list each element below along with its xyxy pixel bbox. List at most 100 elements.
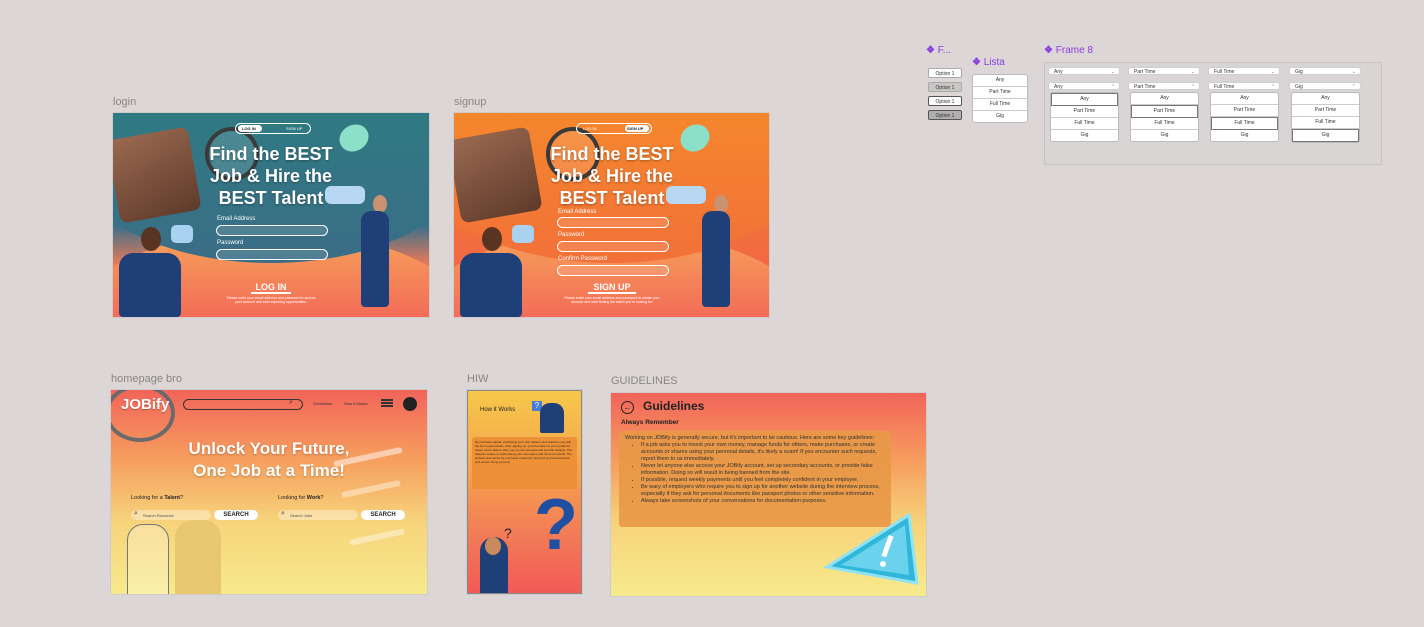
select-gig-closed[interactable]: Gig ⌄	[1289, 67, 1361, 75]
frame-label-hiw[interactable]: HIW	[467, 373, 488, 385]
question-mark-large-icon: ?	[534, 485, 578, 565]
chevron-down-icon: ⌄	[1270, 69, 1275, 75]
password-label: Password	[558, 232, 585, 238]
select-any-open[interactable]: Any ⌃	[1048, 82, 1120, 90]
looking-for-talent-label: Looking for a Talent?	[131, 495, 184, 501]
search-icon[interactable]: ⌕	[289, 399, 293, 407]
password-label: Password	[217, 240, 244, 246]
confirm-password-label: Confirm Password	[558, 256, 608, 262]
select-gig-open[interactable]: Gig ⌃	[1289, 82, 1361, 90]
login-frame[interactable]: LOG IN SIGN UP Find the BEST Job & Hire …	[113, 113, 429, 317]
warning-sign-icon	[822, 512, 919, 585]
homepage-search-input[interactable]	[183, 399, 303, 410]
option-default[interactable]: Option 1	[928, 68, 962, 78]
nav-how-it-works[interactable]: How it Works	[344, 401, 367, 406]
nav-guidelines[interactable]: Guidelines	[313, 401, 332, 406]
signup-button[interactable]: SIGN UP	[588, 282, 636, 294]
person-left-head	[482, 227, 502, 251]
login-button[interactable]: LOG IN	[251, 282, 291, 294]
login-footer-text: Please enter your email address and pass…	[226, 296, 316, 304]
email-field[interactable]	[216, 225, 328, 236]
select-part-time-open[interactable]: Part Time ⌃	[1128, 82, 1200, 90]
search-jobs-input[interactable]: ⌕ Search Jobs	[278, 510, 358, 520]
component-f-label[interactable]: ❖ F...	[926, 45, 951, 56]
component-lista-label[interactable]: ❖ Lista	[972, 57, 1005, 68]
select-part-time-list: Any Part Time Full Time Gig	[1130, 92, 1199, 142]
option-hover[interactable]: Option 1	[928, 82, 962, 92]
select-gig-list: Any Part Time Full Time Gig	[1291, 92, 1360, 143]
chevron-up-icon: ⌃	[1351, 84, 1356, 90]
checklist-decoration	[348, 528, 406, 546]
select-full-time-open[interactable]: Full Time ⌃	[1208, 82, 1280, 90]
lista-item[interactable]: Part Time	[973, 87, 1027, 99]
frame-label-signup[interactable]: signup	[454, 96, 486, 108]
hiw-title: How it Works	[480, 407, 516, 413]
question-mark-doodle-icon: ?	[504, 525, 512, 541]
frame-label-homepage[interactable]: homepage bro	[111, 373, 182, 385]
search-icon: ⌕	[134, 510, 138, 517]
login-signup-toggle[interactable]: LOG IN SIGN UP	[576, 123, 652, 134]
signup-tab[interactable]: SIGN UP	[286, 126, 302, 131]
login-signup-toggle[interactable]: LOG IN SIGN UP	[235, 123, 311, 134]
hiw-frame[interactable]: How it Works ? By purchase capital, shor…	[467, 390, 582, 594]
chevron-down-icon: ⌄	[1351, 69, 1356, 75]
option-focused[interactable]: Option 1	[928, 96, 962, 106]
person-businessman	[540, 403, 564, 433]
briefcase-icon	[454, 126, 543, 224]
login-tab[interactable]: LOG IN	[583, 126, 597, 131]
guidelines-frame[interactable]: ← Guidelines Always Remember Working on …	[611, 393, 926, 596]
select-full-time-list: Any Part Time Full Time Gig	[1210, 92, 1279, 142]
email-field[interactable]	[557, 217, 669, 228]
chat-bubble-icon	[666, 186, 706, 204]
looking-for-work-label: Looking for Work?	[278, 495, 324, 501]
signup-frame[interactable]: LOG IN SIGN UP Find the BEST Job & Hire …	[454, 113, 769, 317]
select-any-list: Any Part Time Full Time Gig	[1050, 92, 1119, 142]
person-right-body	[702, 211, 730, 307]
lista-dropdown: Any Part Time Full Time Gig	[972, 74, 1028, 123]
chat-bubble-icon	[325, 186, 365, 204]
login-tab[interactable]: LOG IN	[242, 126, 256, 131]
frame-label-login[interactable]: login	[113, 96, 136, 108]
chat-bubble-small-icon	[171, 225, 193, 243]
signup-tab[interactable]: SIGN UP	[627, 126, 643, 131]
select-any-closed[interactable]: Any ⌄	[1048, 67, 1120, 75]
guidelines-subtitle: Always Remember	[621, 419, 679, 426]
illustration-person-right	[175, 520, 221, 594]
search-work-button[interactable]: SEARCH	[361, 510, 405, 520]
person-left-body	[460, 253, 522, 317]
person-left-body	[119, 253, 181, 317]
chevron-up-icon: ⌃	[1110, 84, 1115, 90]
guideline-item: If possible, request weekly payments unt…	[641, 477, 885, 484]
frame-label-guidelines[interactable]: GUIDELINES	[611, 375, 678, 387]
jobify-logo[interactable]: JOBify	[121, 396, 169, 413]
password-field[interactable]	[216, 249, 328, 260]
search-talent-button[interactable]: SEARCH	[214, 510, 258, 520]
option-pressed[interactable]: Option 1	[928, 110, 962, 120]
guideline-item: Be wary of employers who require you to …	[641, 484, 885, 498]
user-avatar-icon[interactable]	[403, 397, 417, 411]
guidelines-intro: Working on JOBify is generally secure, b…	[625, 435, 875, 441]
search-icon: ⌕	[281, 510, 285, 517]
confirm-password-field[interactable]	[557, 265, 669, 276]
password-field[interactable]	[557, 241, 669, 252]
select-full-time-closed[interactable]: Full Time ⌄	[1208, 67, 1280, 75]
back-arrow-icon[interactable]: ←	[621, 401, 634, 414]
frame8-label[interactable]: ❖ Frame 8	[1044, 45, 1093, 56]
person-woman-head	[485, 537, 501, 555]
illustration-person-left	[127, 524, 169, 594]
person-right-body	[361, 211, 389, 307]
lista-item[interactable]: Gig	[973, 111, 1027, 122]
chat-bubble-small-icon	[512, 225, 534, 243]
signup-hero-title: Find the BEST Job & Hire the BEST Talent	[550, 144, 674, 208]
guidelines-list: If a job asks you to invest your own mon…	[625, 442, 885, 505]
email-label: Email Address	[217, 216, 256, 222]
hiw-body-card: By purchase capital, shortlisting your o…	[472, 437, 577, 489]
homepage-frame[interactable]: JOBify ⌕ Guidelines How it Works Unlock …	[111, 390, 427, 594]
lista-item[interactable]: Any	[973, 75, 1027, 87]
hamburger-menu-icon[interactable]	[381, 399, 393, 407]
search-resumes-input[interactable]: ⌕ Search Resumes	[131, 510, 211, 520]
chevron-down-icon: ⌄	[1110, 69, 1115, 75]
checklist-decoration	[341, 479, 401, 499]
select-part-time-closed[interactable]: Part Time ⌄	[1128, 67, 1200, 75]
lista-item[interactable]: Full Time	[973, 99, 1027, 111]
